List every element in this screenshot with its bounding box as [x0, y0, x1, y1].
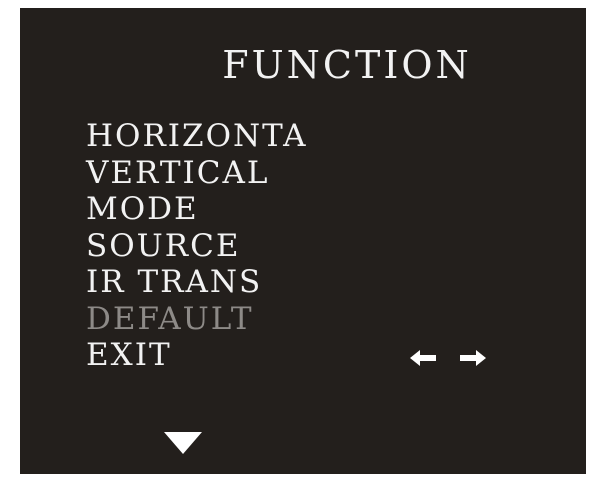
menu-item-source[interactable]: SOURCE: [86, 228, 307, 265]
function-menu: HORIZONTA VERTICAL MODE SOURCE IR TRANS …: [86, 118, 307, 374]
menu-item-default[interactable]: DEFAULT: [86, 301, 307, 338]
menu-item-horizontal[interactable]: HORIZONTA: [86, 118, 307, 155]
right-arrow-icon[interactable]: [460, 350, 486, 366]
osd-screen: FUNCTION HORIZONTA VERTICAL MODE SOURCE …: [20, 8, 586, 474]
menu-title: FUNCTION: [222, 43, 472, 87]
down-triangle-icon[interactable]: [164, 432, 202, 454]
left-right-arrows: [410, 350, 486, 366]
left-arrow-icon[interactable]: [410, 350, 436, 366]
menu-item-ir-trans[interactable]: IR TRANS: [86, 264, 307, 301]
menu-item-exit[interactable]: EXIT: [86, 337, 307, 374]
menu-item-mode[interactable]: MODE: [86, 191, 307, 228]
menu-item-vertical[interactable]: VERTICAL: [86, 155, 307, 192]
